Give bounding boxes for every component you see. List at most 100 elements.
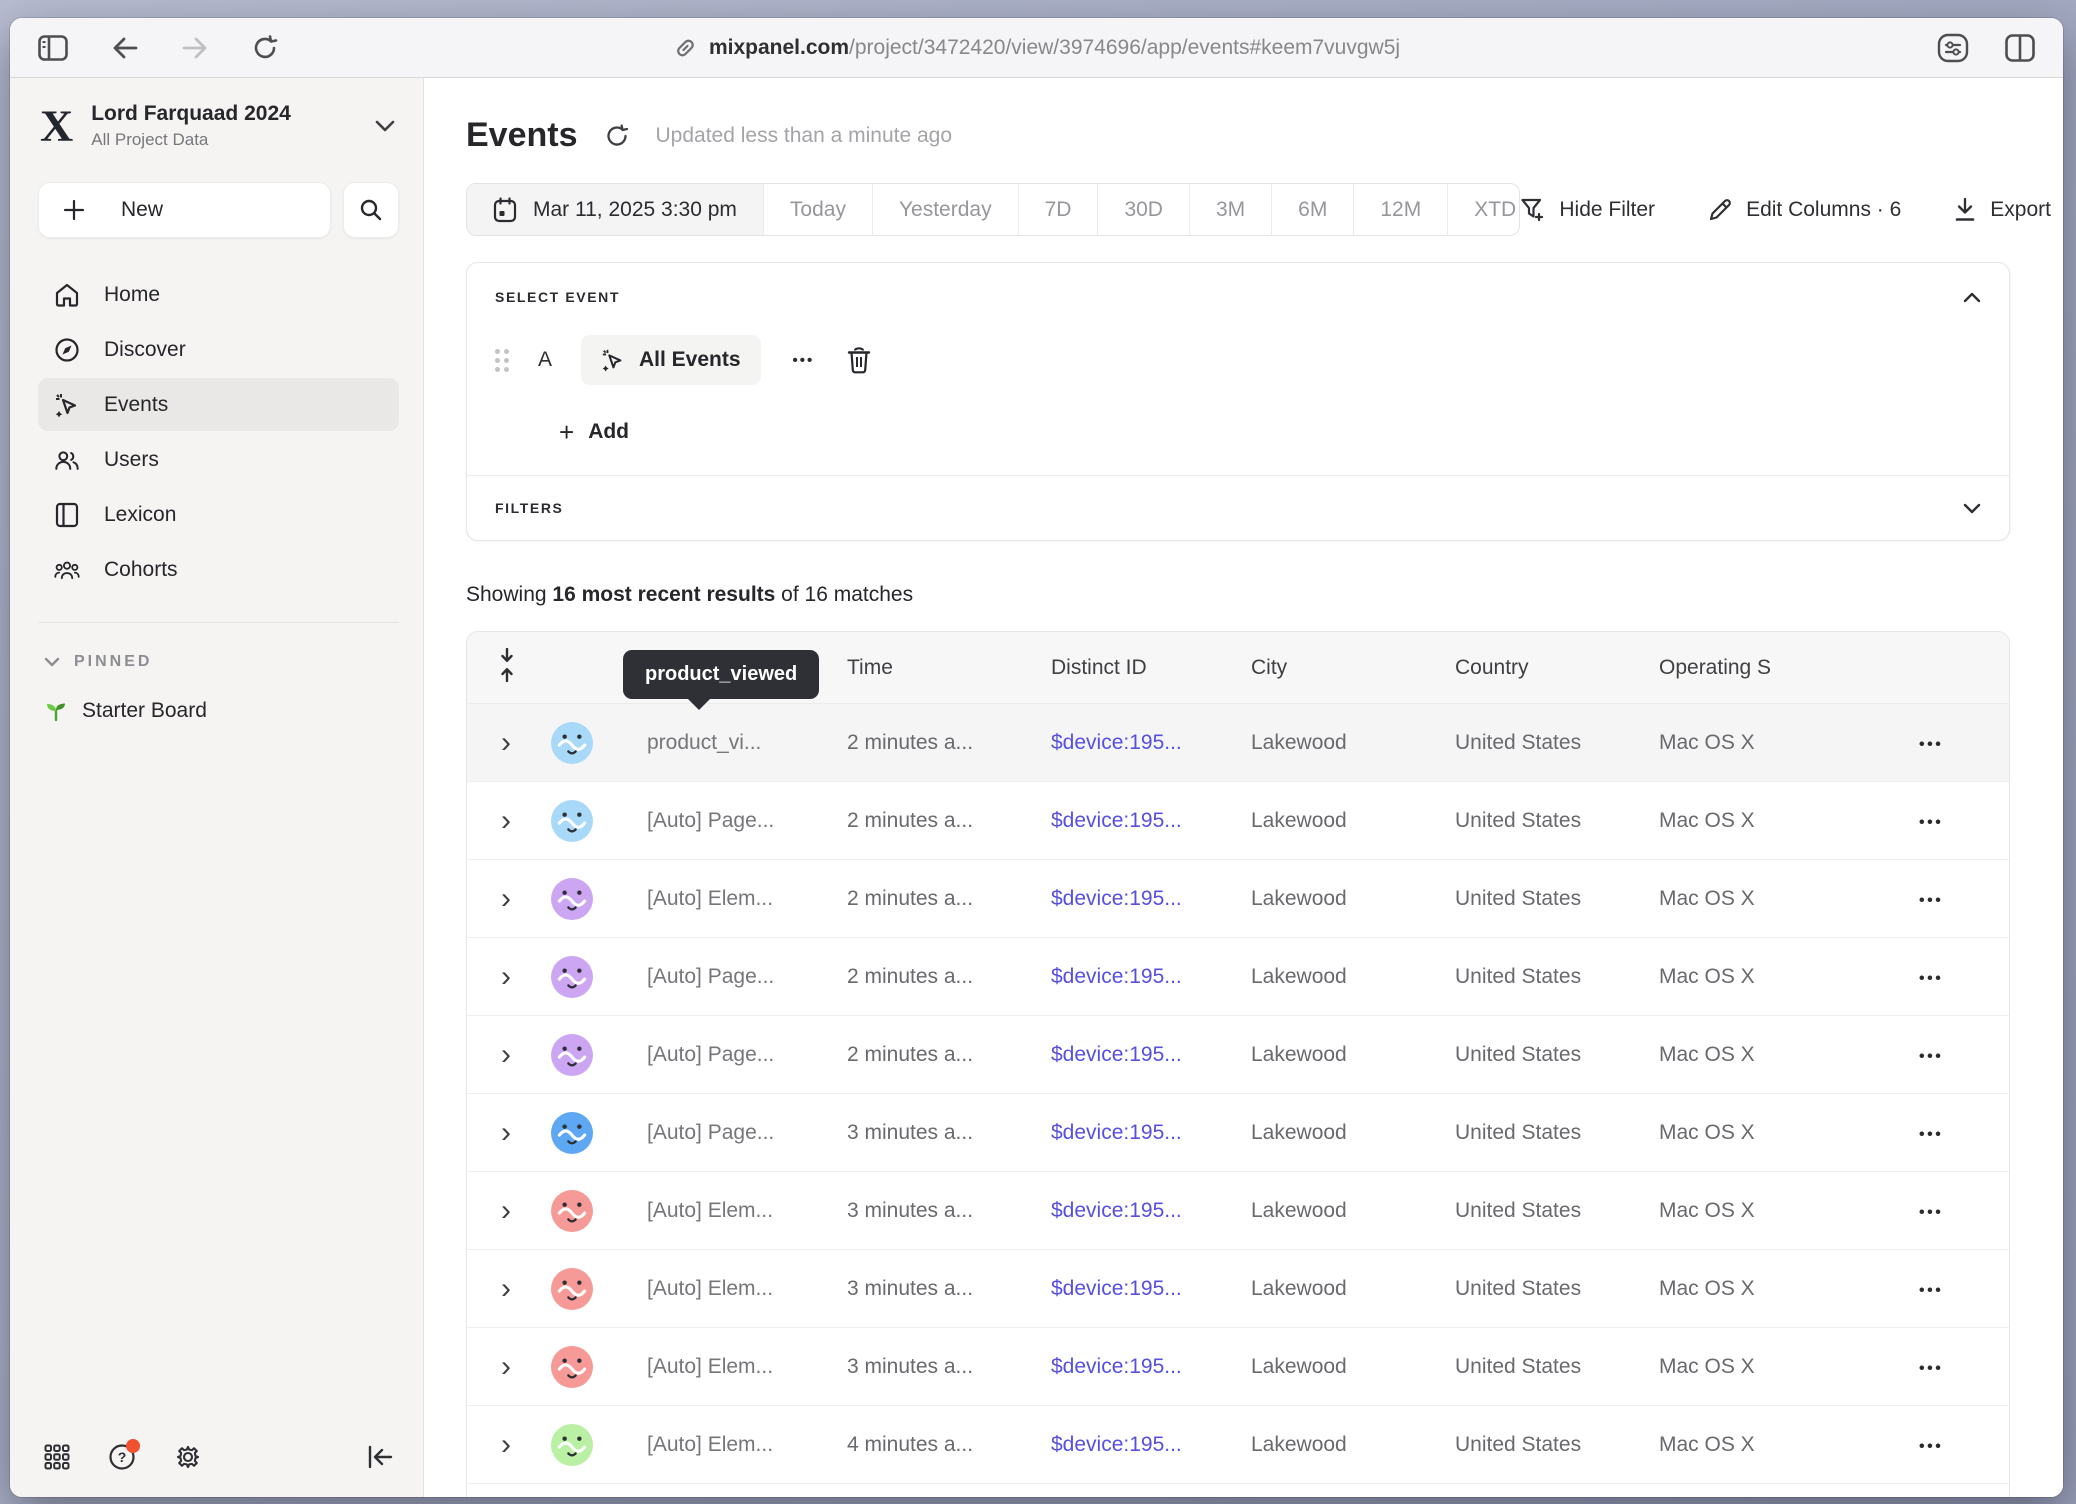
row-expand-chevron[interactable]: › bbox=[487, 806, 511, 836]
new-button[interactable]: New bbox=[38, 182, 331, 238]
split-view-icon[interactable] bbox=[2005, 34, 2035, 62]
row-more-button[interactable]: ••• bbox=[1919, 1438, 1943, 1455]
row-expand-chevron[interactable]: › bbox=[487, 1430, 511, 1460]
add-event-button[interactable]: + Add bbox=[559, 419, 629, 445]
sidebar-item-discover[interactable]: Discover bbox=[38, 323, 399, 376]
row-more-button[interactable]: ••• bbox=[1919, 1282, 1943, 1299]
event-more-button[interactable]: ••• bbox=[787, 346, 821, 375]
table-row[interactable]: › [Auto] Elem... 2 minutes a... $device:… bbox=[467, 860, 2009, 938]
table-row[interactable]: › [Auto] Page... 2 minutes a... $device:… bbox=[467, 782, 2009, 860]
distinct-id-link[interactable]: $device:195... bbox=[1051, 887, 1251, 911]
distinct-id-link[interactable]: $device:195... bbox=[1051, 1355, 1251, 1379]
event-name[interactable]: [Auto] Page... bbox=[647, 1043, 847, 1067]
row-more-button[interactable]: ••• bbox=[1919, 1204, 1943, 1221]
range-3m[interactable]: 3M bbox=[1189, 184, 1271, 235]
table-row[interactable]: › [Auto] Elem... 3 minutes a... $device:… bbox=[467, 1250, 2009, 1328]
row-expand-chevron[interactable]: › bbox=[487, 1196, 511, 1226]
event-name[interactable]: [Auto] Elem... bbox=[647, 1433, 847, 1457]
event-name[interactable]: [Auto] Elem... bbox=[647, 1277, 847, 1301]
distinct-id-link[interactable]: $device:195... bbox=[1051, 1277, 1251, 1301]
browser-sidebar-toggle-icon[interactable] bbox=[38, 35, 68, 61]
column-header-city[interactable]: City bbox=[1251, 656, 1455, 680]
range-7d[interactable]: 7D bbox=[1018, 184, 1098, 235]
edit-columns-button[interactable]: Edit Columns · 6 bbox=[1707, 197, 1901, 223]
event-name[interactable]: [Auto] Page... bbox=[647, 965, 847, 989]
distinct-id-link[interactable]: $device:195... bbox=[1051, 731, 1251, 755]
page-settings-icon[interactable] bbox=[1937, 33, 1969, 63]
column-header-os[interactable]: Operating S bbox=[1659, 656, 1919, 680]
event-name[interactable]: [Auto] Elem... bbox=[647, 887, 847, 911]
distinct-id-link[interactable]: $device:195... bbox=[1051, 1199, 1251, 1223]
range-today[interactable]: Today bbox=[763, 184, 872, 235]
distinct-id-link[interactable]: $device:195... bbox=[1051, 1043, 1251, 1067]
distinct-id-link[interactable]: $device:195... bbox=[1051, 1433, 1251, 1457]
range-xtd[interactable]: XTD bbox=[1447, 184, 1520, 235]
apps-grid-icon[interactable] bbox=[44, 1444, 70, 1470]
distinct-id-link[interactable]: $device:195... bbox=[1051, 965, 1251, 989]
event-city: Lakewood bbox=[1251, 1043, 1455, 1067]
table-row[interactable]: › [Auto] Page... 3 minutes a... $device:… bbox=[467, 1094, 2009, 1172]
range-12m[interactable]: 12M bbox=[1353, 184, 1447, 235]
drag-handle[interactable] bbox=[495, 349, 509, 372]
column-header-distinct-id[interactable]: Distinct ID bbox=[1051, 656, 1251, 680]
collapse-sidebar-icon[interactable] bbox=[367, 1445, 393, 1469]
table-row[interactable]: › [Auto] Elem... 4 minutes a... $device:… bbox=[467, 1406, 2009, 1484]
range-30d[interactable]: 30D bbox=[1097, 184, 1189, 235]
forward-icon[interactable] bbox=[182, 36, 208, 60]
distinct-id-link[interactable]: $device:195... bbox=[1051, 1121, 1251, 1145]
project-switcher[interactable]: X Lord Farquaad 2024 All Project Data bbox=[38, 100, 399, 150]
event-name[interactable]: [Auto] Page... bbox=[647, 1121, 847, 1145]
delete-event-button[interactable] bbox=[846, 346, 872, 374]
row-more-button[interactable]: ••• bbox=[1919, 1126, 1943, 1143]
sidebar-item-starter-board[interactable]: Starter Board bbox=[38, 699, 399, 723]
refresh-icon[interactable] bbox=[604, 123, 630, 149]
row-expand-chevron[interactable]: › bbox=[487, 1040, 511, 1070]
row-more-button[interactable]: ••• bbox=[1919, 892, 1943, 909]
column-header-country[interactable]: Country bbox=[1455, 656, 1659, 680]
range-6m[interactable]: 6M bbox=[1271, 184, 1353, 235]
table-row[interactable]: › product_vi... 2 minutes a... $device:1… bbox=[467, 704, 2009, 782]
row-expand-chevron[interactable]: › bbox=[487, 1118, 511, 1148]
event-time: 2 minutes a... bbox=[847, 965, 1051, 989]
column-header-time[interactable]: Time bbox=[847, 656, 1051, 680]
row-expand-chevron[interactable]: › bbox=[487, 884, 511, 914]
sidebar-item-events[interactable]: Events bbox=[38, 378, 399, 431]
row-expand-chevron[interactable]: › bbox=[487, 728, 511, 758]
sidebar-item-cohorts[interactable]: Cohorts bbox=[38, 543, 399, 596]
sidebar-item-lexicon[interactable]: Lexicon bbox=[38, 488, 399, 541]
table-row[interactable]: › [Auto] Elem... 3 minutes a... $device:… bbox=[467, 1172, 2009, 1250]
table-row[interactable] bbox=[467, 1484, 2009, 1497]
distinct-id-link[interactable]: $device:195... bbox=[1051, 809, 1251, 833]
row-more-button[interactable]: ••• bbox=[1919, 970, 1943, 987]
back-icon[interactable] bbox=[112, 36, 138, 60]
row-more-button[interactable]: ••• bbox=[1919, 814, 1943, 831]
event-name[interactable]: [Auto] Elem... bbox=[647, 1199, 847, 1223]
event-name[interactable]: [Auto] Elem... bbox=[647, 1355, 847, 1379]
event-name[interactable]: product_vi... bbox=[647, 731, 847, 755]
settings-gear-icon[interactable] bbox=[174, 1443, 202, 1471]
sidebar-item-users[interactable]: Users bbox=[38, 433, 399, 486]
event-name[interactable]: [Auto] Page... bbox=[647, 809, 847, 833]
row-more-button[interactable]: ••• bbox=[1919, 1360, 1943, 1377]
pinned-section-toggle[interactable]: PINNED bbox=[38, 653, 399, 671]
sidebar-item-home[interactable]: Home bbox=[38, 268, 399, 321]
table-row[interactable]: › [Auto] Elem... 3 minutes a... $device:… bbox=[467, 1328, 2009, 1406]
all-events-button[interactable]: All Events bbox=[581, 335, 761, 385]
table-row[interactable]: › [Auto] Page... 2 minutes a... $device:… bbox=[467, 1016, 2009, 1094]
row-more-button[interactable]: ••• bbox=[1919, 1048, 1943, 1065]
export-button[interactable]: Export bbox=[1953, 197, 2051, 223]
row-expand-chevron[interactable]: › bbox=[487, 1352, 511, 1382]
table-row[interactable]: › [Auto] Page... 2 minutes a... $device:… bbox=[467, 938, 2009, 1016]
search-button[interactable] bbox=[343, 182, 399, 238]
collapse-rows-icon[interactable] bbox=[487, 648, 515, 682]
hide-filter-button[interactable]: Hide Filter bbox=[1520, 197, 1655, 223]
row-expand-chevron[interactable]: › bbox=[487, 1274, 511, 1304]
reload-icon[interactable] bbox=[252, 35, 278, 61]
row-more-button[interactable]: ••• bbox=[1919, 736, 1943, 753]
date-picker[interactable]: Mar 11, 2025 3:30 pm bbox=[467, 184, 763, 235]
expand-filters-button[interactable] bbox=[1963, 503, 1981, 514]
address-bar[interactable]: mixpanel.com/project/3472420/view/397469… bbox=[673, 18, 1400, 77]
range-yesterday[interactable]: Yesterday bbox=[872, 184, 1018, 235]
row-expand-chevron[interactable]: › bbox=[487, 962, 511, 992]
collapse-section-button[interactable] bbox=[1963, 292, 1981, 303]
